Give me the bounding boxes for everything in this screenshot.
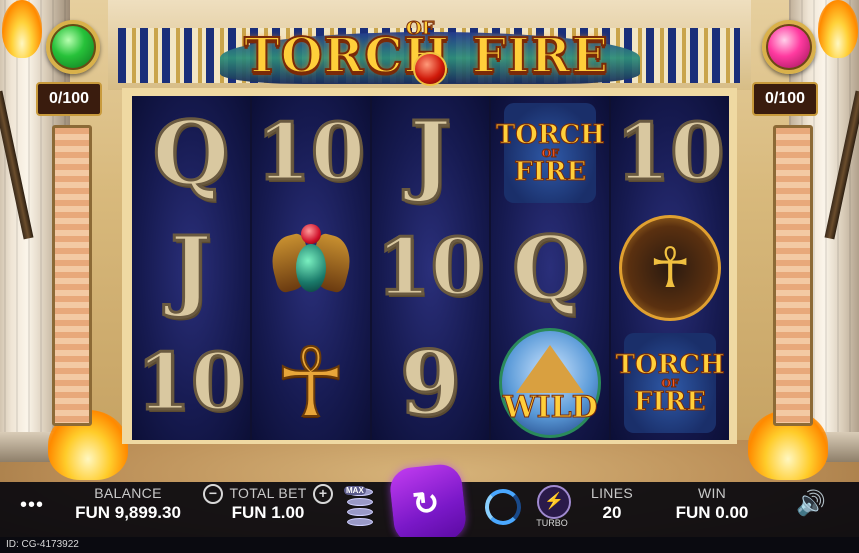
emerald-gem-icon	[46, 20, 100, 74]
symbol-10: 10	[614, 107, 726, 198]
symbol-j: J	[408, 101, 453, 205]
reel-symbol: Q	[491, 211, 609, 325]
max-bet-button[interactable]: MAX	[344, 486, 373, 526]
scatter-word-torch: TORCH	[615, 349, 725, 380]
reel-symbol: ☥	[611, 211, 729, 325]
lines-label: LINES	[591, 485, 633, 501]
total-bet-label: TOTAL BET	[229, 485, 307, 501]
total-bet-value: FUN 1.00	[231, 503, 305, 522]
reel-1: Q J 10	[132, 96, 250, 440]
balance-value: FUN 9,899.30	[75, 503, 181, 522]
game-id: ID: CG-4173922	[6, 539, 79, 550]
id-strip	[0, 537, 859, 553]
autoplay-button[interactable]	[485, 489, 521, 525]
reel-2: 10 ☥	[251, 96, 370, 440]
left-gem-counter: 0/100	[36, 82, 102, 116]
left-torch-flame-icon	[2, 0, 42, 58]
lines-value: 20	[602, 503, 622, 522]
reel-5: 10 ☥ TORCH OF FIRE	[611, 96, 729, 440]
win-label: WIN	[697, 485, 727, 501]
right-torch-flame-icon	[818, 0, 858, 58]
reel-4: TORCH OF FIRE Q WILD	[491, 96, 610, 440]
left-hieroglyph-panel	[52, 125, 92, 426]
scarab-icon	[265, 218, 357, 318]
right-gem-counter: 0/100	[752, 82, 818, 116]
reel-symbol: Q	[132, 96, 250, 210]
chip-icon	[347, 518, 373, 526]
reel-symbol: 10	[252, 96, 370, 210]
logo-word-fire: FIRE	[471, 27, 610, 85]
spin-button[interactable]: ↻	[388, 462, 468, 546]
game-stage: TORCH OF FIRE 0/100 0/100 Q J 10 10 ☥ J …	[0, 0, 859, 553]
chip-icon	[347, 498, 373, 506]
symbol-10: 10	[255, 107, 367, 198]
turbo-lightning-icon[interactable]: ⚡	[537, 485, 571, 519]
scatter-word-fire: FIRE	[634, 386, 707, 417]
scatter-word-torch: TORCH	[495, 119, 605, 150]
spin-arrow-icon: ↻	[410, 483, 442, 523]
pyramid-icon	[516, 345, 585, 393]
reel-symbol: J	[372, 96, 490, 210]
ruby-gem-icon	[762, 20, 816, 74]
symbol-q: Q	[151, 101, 231, 205]
anubis-icon: ☥	[619, 215, 722, 321]
torch-of-fire-scatter-icon: TORCH OF FIRE	[615, 333, 725, 433]
symbol-j: J	[169, 216, 214, 320]
increase-bet-button[interactable]: +	[313, 484, 333, 504]
reel-symbol: TORCH OF FIRE	[611, 326, 729, 440]
sound-icon[interactable]: 🔊	[794, 489, 828, 519]
right-hieroglyph-panel	[773, 125, 813, 426]
menu-icon[interactable]: •••	[20, 495, 44, 515]
reel-symbol: TORCH OF FIRE	[491, 96, 609, 210]
reel-symbol: ☥	[252, 326, 370, 440]
logo-gem-icon	[413, 52, 447, 86]
reel-symbol: 9	[372, 326, 490, 440]
reel-grid: Q J 10 10 ☥ J 10 9 TORCH OF FIRE Q WILD …	[132, 96, 729, 440]
decrease-bet-button[interactable]: −	[203, 484, 223, 504]
reel-3: J 10 9	[371, 96, 490, 440]
reel-symbol	[252, 211, 370, 325]
symbol-10: 10	[135, 337, 247, 428]
reel-symbol: WILD	[491, 326, 609, 440]
ankh-icon: ☥	[274, 327, 348, 439]
wild-label: WILD	[502, 390, 598, 426]
symbol-10: 10	[375, 222, 487, 313]
symbol-9: 9	[398, 331, 462, 435]
win-value: FUN 0.00	[675, 503, 749, 522]
symbol-q: Q	[510, 216, 590, 320]
reel-symbol: 10	[372, 211, 490, 325]
torch-of-fire-scatter-icon: TORCH OF FIRE	[495, 103, 605, 203]
turbo-label: TURBO	[536, 518, 568, 528]
reel-symbol: 10	[611, 96, 729, 210]
scarab-body	[295, 244, 326, 292]
reel-symbol: J	[132, 211, 250, 325]
balance-label: BALANCE	[94, 485, 162, 501]
reel-symbol: 10	[132, 326, 250, 440]
scarab-sun-orb	[300, 224, 321, 244]
logo-word-of: OF	[405, 18, 435, 40]
chip-icon	[347, 508, 373, 516]
max-label: MAX	[344, 486, 366, 495]
scatter-word-fire: FIRE	[514, 156, 587, 187]
wild-pyramid-icon: WILD	[499, 328, 602, 438]
